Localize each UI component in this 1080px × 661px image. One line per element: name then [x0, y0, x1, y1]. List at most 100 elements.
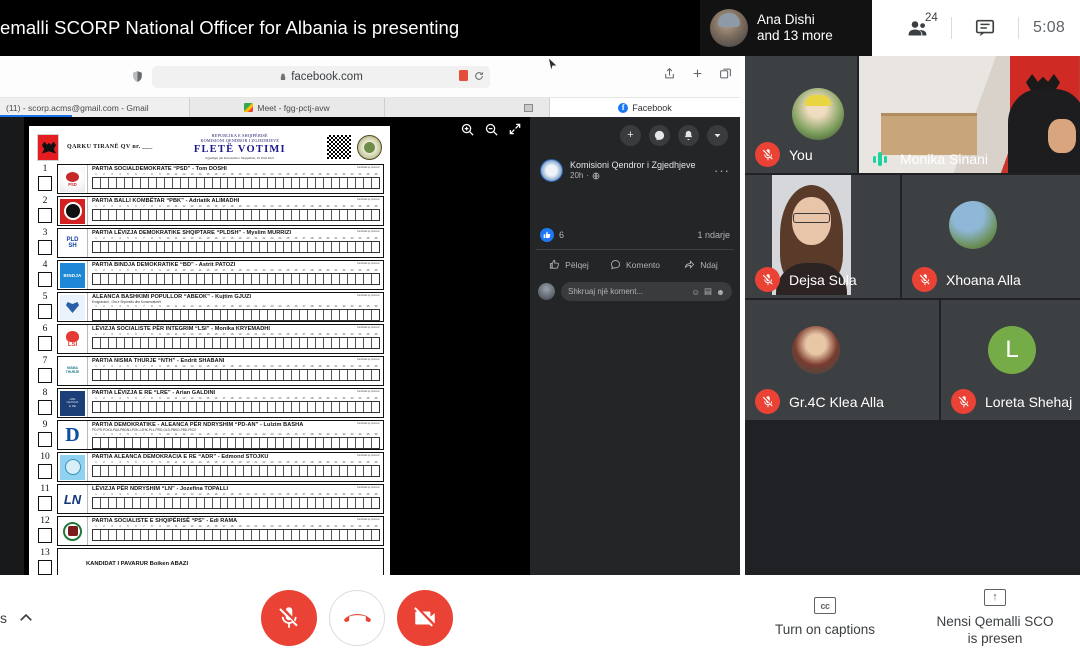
candidate-cell[interactable] — [236, 402, 245, 412]
address-bar[interactable]: facebook.com — [152, 66, 490, 88]
candidate-cell[interactable] — [324, 466, 333, 476]
candidate-cell[interactable] — [173, 402, 181, 412]
candidate-cell[interactable] — [276, 498, 285, 508]
candidate-cell[interactable] — [205, 498, 213, 508]
candidate-cell[interactable] — [268, 210, 277, 220]
candidate-cell[interactable] — [125, 274, 133, 284]
participant-tile[interactable]: You — [745, 56, 857, 173]
candidate-cell[interactable] — [372, 242, 379, 252]
candidate-cell[interactable] — [300, 178, 309, 188]
candidate-cell[interactable] — [149, 310, 157, 320]
candidate-cell[interactable] — [356, 402, 364, 412]
candidate-cell[interactable] — [221, 274, 229, 284]
candidate-cell[interactable] — [348, 498, 356, 508]
candidate-cell[interactable] — [332, 242, 341, 252]
participant-tile[interactable]: Dejsa Sula — [745, 175, 900, 298]
candidate-cell[interactable] — [268, 530, 277, 540]
candidate-cell[interactable] — [157, 530, 165, 540]
candidate-cell[interactable] — [316, 466, 325, 476]
candidate-cell[interactable] — [308, 466, 317, 476]
candidate-cell[interactable] — [316, 178, 325, 188]
candidate-cell[interactable] — [340, 242, 348, 252]
candidate-cell[interactable] — [173, 178, 181, 188]
candidate-cell[interactable] — [101, 370, 109, 380]
candidate-cell[interactable] — [93, 274, 101, 284]
candidate-cell[interactable] — [205, 438, 213, 448]
candidate-cell[interactable] — [308, 338, 317, 348]
candidate-cell[interactable] — [244, 530, 253, 540]
candidate-cell[interactable] — [93, 438, 101, 448]
candidate-cell[interactable] — [308, 242, 317, 252]
candidate-cell[interactable] — [228, 338, 237, 348]
candidate-cell[interactable] — [300, 530, 309, 540]
candidate-cell[interactable] — [93, 178, 101, 188]
candidate-cell[interactable] — [324, 210, 333, 220]
candidate-cell[interactable] — [213, 370, 221, 380]
candidate-cell[interactable] — [292, 242, 301, 252]
candidate-cell[interactable] — [125, 338, 133, 348]
candidate-cell[interactable] — [364, 466, 372, 476]
candidate-cell[interactable] — [149, 466, 157, 476]
candidate-cell[interactable] — [372, 438, 379, 448]
candidate-cell[interactable] — [348, 210, 356, 220]
candidate-cell[interactable] — [165, 466, 173, 476]
candidate-cell[interactable] — [165, 530, 173, 540]
candidate-cell[interactable] — [252, 466, 261, 476]
vote-checkbox[interactable] — [38, 336, 52, 351]
candidate-cell[interactable] — [173, 466, 181, 476]
candidate-cell[interactable] — [221, 338, 229, 348]
candidate-cell[interactable] — [117, 338, 125, 348]
candidate-cell[interactable] — [125, 498, 133, 508]
candidate-cell[interactable] — [117, 370, 125, 380]
candidate-cell[interactable] — [141, 210, 149, 220]
candidate-cell[interactable] — [276, 466, 285, 476]
candidate-cell[interactable] — [133, 310, 141, 320]
candidate-cell[interactable] — [300, 466, 309, 476]
candidate-cell[interactable] — [197, 310, 205, 320]
candidate-cell[interactable] — [292, 274, 301, 284]
candidate-cell[interactable] — [101, 210, 109, 220]
candidate-cell[interactable] — [284, 274, 293, 284]
candidate-cell[interactable] — [324, 338, 333, 348]
candidate-cell[interactable] — [268, 466, 277, 476]
candidate-cell[interactable] — [93, 466, 101, 476]
candidate-cell[interactable] — [300, 242, 309, 252]
candidate-cell[interactable] — [348, 178, 356, 188]
candidate-cell[interactable] — [364, 402, 372, 412]
candidate-cell[interactable] — [372, 466, 379, 476]
vote-checkbox[interactable] — [38, 400, 52, 415]
candidate-cell[interactable] — [268, 498, 277, 508]
candidate-cell[interactable] — [157, 338, 165, 348]
candidate-cell[interactable] — [268, 274, 277, 284]
candidate-cell[interactable] — [324, 402, 333, 412]
candidate-cell[interactable] — [149, 498, 157, 508]
candidate-cell[interactable] — [133, 466, 141, 476]
candidate-cell[interactable] — [316, 242, 325, 252]
candidate-cell[interactable] — [244, 210, 253, 220]
candidate-cell[interactable] — [189, 274, 197, 284]
candidate-cell[interactable] — [332, 498, 341, 508]
candidate-cell[interactable] — [221, 438, 229, 448]
candidate-cell[interactable] — [213, 498, 221, 508]
candidate-cell[interactable] — [125, 530, 133, 540]
candidate-cell[interactable] — [276, 242, 285, 252]
candidate-cell[interactable] — [165, 210, 173, 220]
candidate-cell[interactable] — [149, 274, 157, 284]
chevron-up-icon[interactable] — [17, 609, 35, 627]
candidate-cell[interactable] — [141, 530, 149, 540]
candidate-cell[interactable] — [284, 530, 293, 540]
camera-toggle-button[interactable] — [397, 590, 453, 646]
candidate-cell[interactable] — [205, 402, 213, 412]
candidate-cell[interactable] — [332, 338, 341, 348]
candidate-cell[interactable] — [340, 370, 348, 380]
candidate-cell[interactable] — [133, 530, 141, 540]
candidate-cell[interactable] — [340, 274, 348, 284]
candidate-cell[interactable] — [117, 242, 125, 252]
candidate-cell[interactable] — [133, 438, 141, 448]
candidate-cell[interactable] — [260, 402, 269, 412]
candidate-cell[interactable] — [213, 438, 221, 448]
candidate-cell[interactable] — [117, 530, 125, 540]
candidate-cell[interactable] — [133, 402, 141, 412]
candidate-cell[interactable] — [109, 402, 117, 412]
candidate-cell[interactable] — [197, 274, 205, 284]
